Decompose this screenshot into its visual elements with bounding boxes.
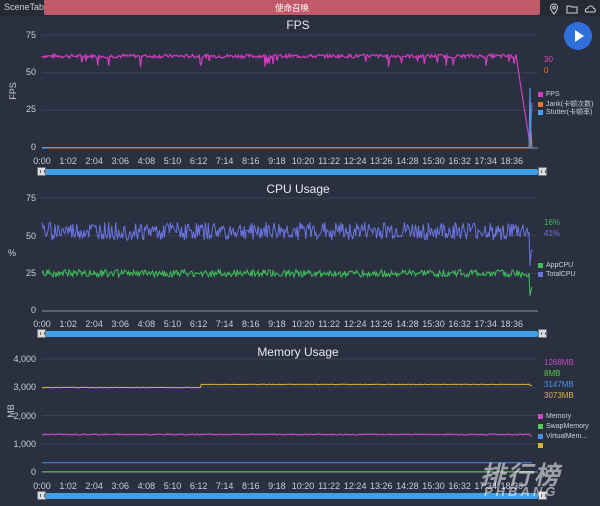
cpu-ylabel: % xyxy=(8,248,17,258)
memory-ytick-2000: 2,000 xyxy=(13,411,36,421)
totalcpu-series-line xyxy=(41,220,533,266)
legend-label: Memory xyxy=(546,413,572,420)
legend-label: TotalCPU xyxy=(546,271,576,278)
memory-range-scrollbar[interactable] xyxy=(45,493,538,499)
app-name: SceneTab xyxy=(4,2,45,12)
jank-series-line xyxy=(42,129,533,149)
scene-tab[interactable]: 使命召唤 xyxy=(44,0,540,15)
watermark-sub-text: PHBANG xyxy=(484,484,559,499)
watermark-logo: 排行榜 PHBANG xyxy=(470,456,590,502)
memory-range-handle-left[interactable] xyxy=(37,491,46,500)
cpu-plot xyxy=(41,197,538,312)
play-button[interactable] xyxy=(564,22,592,50)
legend-label: Stutter(卡顿率) xyxy=(546,109,593,116)
legend-stutter[interactable]: Stutter(卡顿率) xyxy=(538,107,592,117)
cpu-ytick-0: 0 xyxy=(30,305,36,315)
appcpu-current-value: 16% xyxy=(544,218,561,227)
legend-swatch xyxy=(538,263,543,268)
cpu-title: CPU Usage xyxy=(266,182,330,196)
fps-ylabel: FPS xyxy=(7,82,18,100)
legend-swatch xyxy=(538,109,543,115)
folder-icon[interactable] xyxy=(566,2,578,14)
fps-title: FPS xyxy=(286,18,310,32)
fps-series-line xyxy=(41,52,533,141)
cpu-range-handle-right[interactable] xyxy=(538,329,547,338)
memory-series-line xyxy=(41,433,533,437)
fps-current-value: 30 xyxy=(544,55,553,64)
legend-swatch xyxy=(538,424,543,429)
totalcpu-current-value: 41% xyxy=(544,229,561,238)
legend-swatch xyxy=(538,434,543,439)
cpu-ytick-25: 25 xyxy=(25,268,36,278)
memory-plot xyxy=(41,358,538,473)
fps-ytick-75: 75 xyxy=(25,30,36,40)
memory-current-value: 1268MB xyxy=(544,358,574,367)
cloud-icon[interactable] xyxy=(584,2,596,14)
legend-swatch xyxy=(538,92,543,97)
swap-current-value: 8MB xyxy=(544,369,561,378)
x-tick-label: 18:36 xyxy=(500,319,524,329)
memory-ytick-4000: 4,000 xyxy=(13,354,36,364)
play-icon xyxy=(575,30,584,42)
legend-memory[interactable]: Memory xyxy=(538,413,571,420)
legend-swap[interactable]: SwapMemory xyxy=(538,423,589,430)
legend-label: SwapMemory xyxy=(546,423,589,430)
legend-swatch xyxy=(538,101,543,107)
legend-fps[interactable]: FPS xyxy=(538,91,560,98)
memory-title: Memory Usage xyxy=(257,345,339,359)
stutter-series-line xyxy=(42,87,533,149)
memory-ytick-0: 0 xyxy=(30,467,36,477)
cpu-range-handle-left[interactable] xyxy=(37,329,46,338)
fps-range-scrollbar[interactable] xyxy=(45,169,538,175)
fps-range-handle-left[interactable] xyxy=(37,167,46,176)
fps-ytick-0: 0 xyxy=(30,142,36,152)
fps-range-handle-right[interactable] xyxy=(538,167,547,176)
fps-plot xyxy=(41,34,538,149)
location-pin-icon[interactable] xyxy=(548,2,560,15)
cpu-ytick-75: 75 xyxy=(25,193,36,203)
legend-totalcpu[interactable]: TotalCPU xyxy=(538,271,576,278)
memory-ytick-3000: 3,000 xyxy=(13,382,36,392)
fps-ytick-50: 50 xyxy=(25,67,36,77)
scene-title: 使命召唤 xyxy=(274,3,309,13)
cpu-range-scrollbar[interactable] xyxy=(45,331,538,337)
legend-yellow[interactable] xyxy=(538,443,546,448)
top-bar: SceneTab 使命召唤 xyxy=(0,0,600,16)
memory-ytick-1000: 1,000 xyxy=(13,439,36,449)
legend-swatch xyxy=(538,443,543,448)
legend-label: FPS xyxy=(546,91,560,98)
legend-label: VirtualMem... xyxy=(546,433,588,440)
legend-virtual[interactable]: VirtualMem... xyxy=(538,433,587,440)
top-icons xyxy=(548,2,596,15)
legend-appcpu[interactable]: AppCPU xyxy=(538,262,573,269)
legend-swatch xyxy=(538,414,543,419)
jank-current-value: 0 xyxy=(544,66,549,75)
legend-swatch xyxy=(538,272,543,277)
x-tick-label: 18:36 xyxy=(500,156,524,166)
virtual-current-value: 3147MB xyxy=(544,380,574,389)
legend-label: AppCPU xyxy=(546,262,574,269)
yellow-current-value: 3073MB xyxy=(544,391,574,400)
cpu-ytick-50: 50 xyxy=(25,231,36,241)
fps-ytick-25: 25 xyxy=(25,104,36,114)
